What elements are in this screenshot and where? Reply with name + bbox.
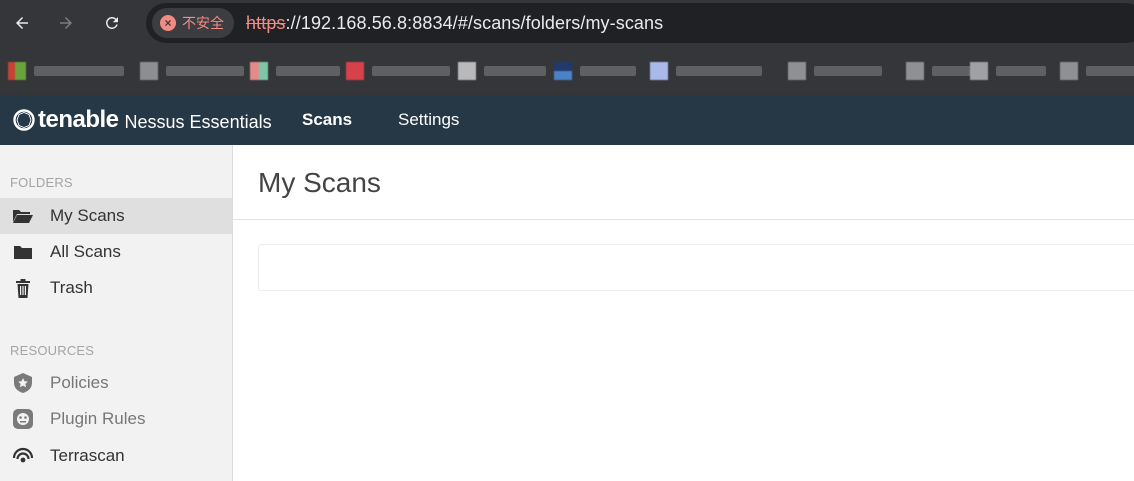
folders-heading: FOLDERS: [10, 175, 73, 190]
sidebar-item-label: All Scans: [50, 242, 121, 261]
sidebar-item-label: My Scans: [50, 206, 125, 225]
security-label: 不安全: [182, 15, 224, 31]
terrascan-icon: [12, 445, 34, 467]
bookmark-label-blurred: [372, 66, 450, 76]
bookmark-label-blurred: [34, 66, 124, 76]
sidebar-item-plugin-rules[interactable]: Plugin Rules: [0, 401, 232, 437]
bookmark-label-blurred: [276, 66, 340, 76]
sidebar-item-trash[interactable]: Trash: [0, 270, 232, 306]
bookmark-item[interactable]: [140, 60, 244, 82]
tenable-logo[interactable]: tenable Nessus Essentials: [12, 95, 272, 145]
bookmark-favicon-icon: [650, 62, 668, 80]
shield-star-icon: [12, 372, 34, 394]
nav-settings[interactable]: Settings: [398, 95, 459, 145]
bookmark-item[interactable]: [8, 60, 124, 82]
plugin-rules-icon: [12, 408, 34, 430]
folder-open-icon: [12, 205, 34, 227]
sidebar-item-my-scans[interactable]: My Scans: [0, 198, 232, 234]
scans-list-panel: [258, 244, 1134, 291]
bookmark-favicon-icon: [346, 62, 364, 80]
sidebar-item-label: Terrascan: [50, 446, 125, 465]
resources-heading: RESOURCES: [10, 343, 95, 358]
bookmark-item[interactable]: [458, 60, 546, 82]
logo-product: Nessus Essentials: [124, 111, 272, 132]
forward-button[interactable]: [44, 0, 88, 46]
bookmark-favicon-icon: [970, 62, 988, 80]
bookmark-favicon-icon: [140, 62, 158, 80]
bookmark-item[interactable]: [906, 60, 972, 82]
bookmark-item[interactable]: [1060, 60, 1134, 82]
bookmark-label-blurred: [676, 66, 762, 76]
app-header: tenable Nessus Essentials Scans Settings: [0, 95, 1134, 145]
back-button[interactable]: [0, 0, 44, 46]
bookmark-item[interactable]: [346, 60, 450, 82]
bookmark-item[interactable]: [788, 60, 882, 82]
back-arrow-icon: [16, 17, 28, 29]
bookmark-label-blurred: [996, 66, 1046, 76]
bookmark-favicon-icon: [554, 62, 572, 80]
bookmark-label-blurred: [580, 66, 636, 76]
bookmark-favicon-icon: [458, 62, 476, 80]
sidebar-item-terrascan[interactable]: Terrascan: [0, 438, 232, 474]
bookmark-favicon-icon: [250, 62, 268, 80]
sidebar-item-label: Trash: [50, 278, 93, 297]
trash-icon: [12, 277, 34, 299]
bookmark-item[interactable]: [250, 60, 340, 82]
reload-icon: [105, 16, 118, 29]
warning-icon: ×: [160, 15, 176, 31]
bookmark-label-blurred: [484, 66, 546, 76]
bookmarks-bar: [0, 46, 1134, 95]
bookmark-favicon-icon: [8, 62, 26, 80]
title-divider: [233, 219, 1134, 220]
bookmark-item[interactable]: [970, 60, 1046, 82]
bookmark-label-blurred: [1086, 66, 1134, 76]
bookmark-favicon-icon: [906, 62, 924, 80]
reload-button[interactable]: [90, 0, 134, 46]
url-rest: ://192.168.56.8:8834/#/scans/folders/my-…: [285, 12, 664, 33]
folder-icon: [12, 241, 34, 263]
main-content: My Scans: [233, 145, 1134, 481]
sidebar-item-label: Plugin Rules: [50, 409, 146, 428]
url-text[interactable]: https://192.168.56.8:8834/#/scans/folder…: [246, 13, 663, 34]
sidebar-item-policies[interactable]: Policies: [0, 365, 232, 401]
logo-brand: tenable: [38, 106, 119, 133]
forward-arrow-icon: [60, 17, 72, 29]
page-title: My Scans: [258, 167, 381, 198]
bookmark-favicon-icon: [1060, 62, 1078, 80]
bookmark-item[interactable]: [554, 60, 636, 82]
bookmark-label-blurred: [166, 66, 244, 76]
security-chip[interactable]: × 不安全: [152, 8, 234, 38]
bookmark-label-blurred: [814, 66, 882, 76]
url-scheme: https: [246, 12, 286, 33]
address-bar[interactable]: × 不安全 https://192.168.56.8:8834/#/scans/…: [146, 3, 1134, 43]
browser-toolbar: × 不安全 https://192.168.56.8:8834/#/scans/…: [0, 0, 1134, 46]
sidebar-item-label: Policies: [50, 373, 109, 392]
sidebar-item-all-scans[interactable]: All Scans: [0, 234, 232, 270]
bookmark-label-blurred: [932, 66, 972, 76]
tenable-logo-icon: [13, 109, 35, 131]
bookmark-item[interactable]: [650, 60, 762, 82]
nav-scans[interactable]: Scans: [302, 95, 352, 145]
sidebar: FOLDERS My Scans All Scans Trash RESOURC…: [0, 145, 233, 481]
bookmark-favicon-icon: [788, 62, 806, 80]
